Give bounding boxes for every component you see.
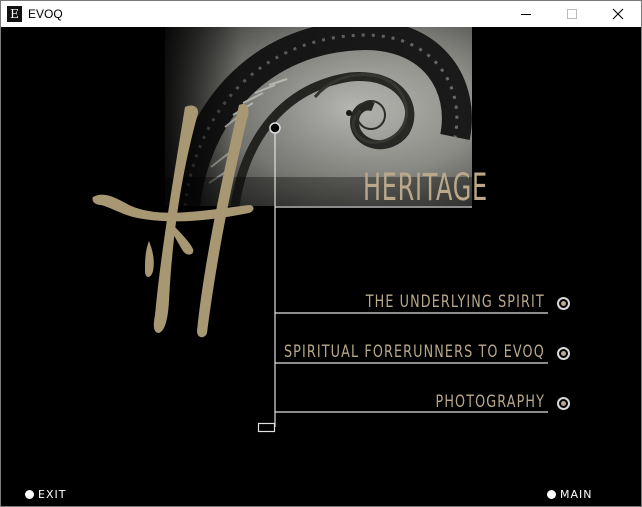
- maximize-button[interactable]: [549, 1, 595, 27]
- page-heading: HERITAGE: [363, 166, 488, 209]
- main-label: MAIN: [560, 488, 593, 501]
- window-title: EVOQ: [28, 7, 63, 21]
- calligraphic-h-logo: [92, 103, 254, 338]
- app-icon: E: [7, 6, 22, 22]
- menu-item-underlying-spirit[interactable]: THE UNDERLYING SPIRIT: [366, 292, 545, 312]
- maximize-icon: [567, 9, 577, 19]
- menu-item-spiritual-forerunners[interactable]: SPIRITUAL FORERUNNERS TO EVOQ: [284, 342, 545, 362]
- minimize-button[interactable]: [503, 1, 549, 27]
- close-button[interactable]: [595, 1, 641, 27]
- menu-bullet-icon[interactable]: [557, 297, 570, 310]
- exit-button[interactable]: EXIT: [25, 488, 66, 501]
- close-icon: [612, 8, 624, 20]
- menu-bullet-icon[interactable]: [557, 397, 570, 410]
- menu-item-photography[interactable]: PHOTOGRAPHY: [435, 392, 545, 412]
- exit-dot-icon: [25, 490, 34, 499]
- minimize-icon: [521, 14, 531, 15]
- main-button[interactable]: MAIN: [547, 488, 593, 501]
- menu-bullet-icon[interactable]: [557, 347, 570, 360]
- app-window: E EVOQ HERITAGE THE UNDERLYING SPIRIT SP…: [0, 0, 642, 507]
- exit-label: EXIT: [38, 488, 67, 501]
- main-dot-icon: [547, 490, 556, 499]
- title-bar[interactable]: E EVOQ: [1, 1, 641, 27]
- heritage-screen: HERITAGE THE UNDERLYING SPIRIT SPIRITUAL…: [1, 27, 641, 506]
